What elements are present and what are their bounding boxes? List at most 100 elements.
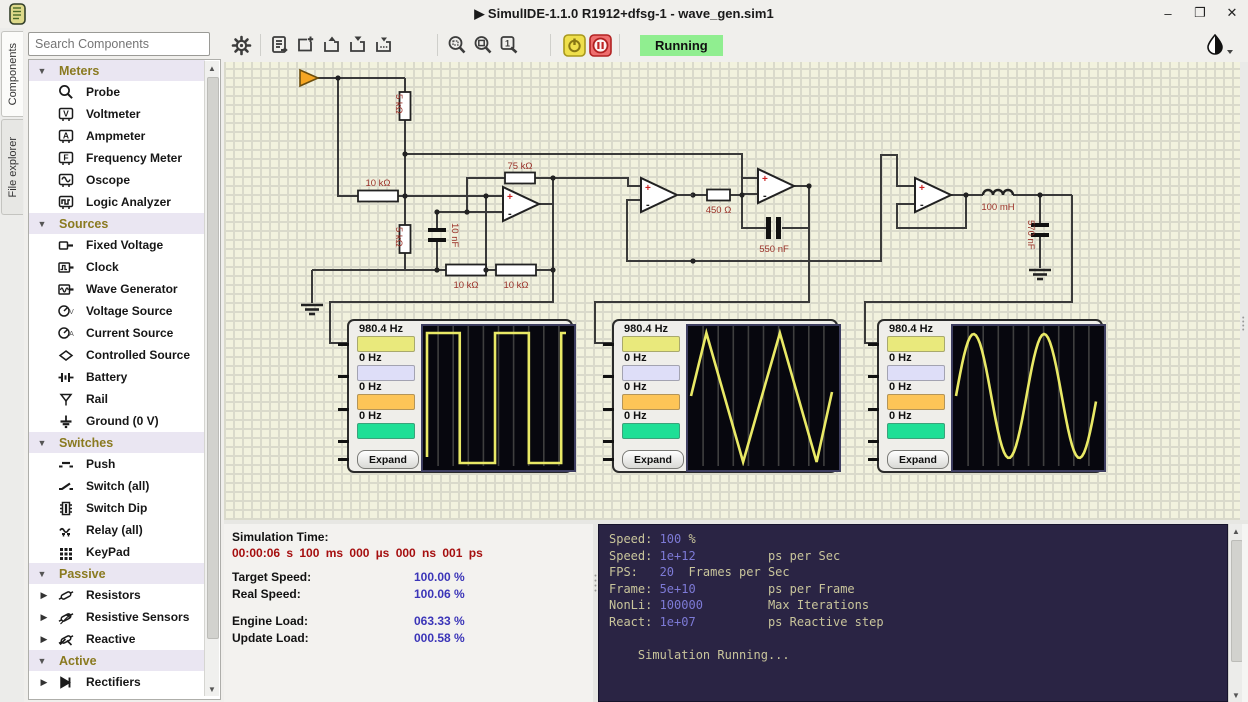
channel4-bar[interactable] xyxy=(357,423,415,439)
palette-item-switch-all[interactable]: Switch (all) xyxy=(29,475,205,497)
expand-button[interactable]: Expand xyxy=(357,450,419,469)
pause-icon[interactable] xyxy=(587,32,613,58)
input-pin[interactable] xyxy=(603,440,614,443)
palette-item-oscope[interactable]: Oscope xyxy=(29,169,205,191)
theme-icon[interactable] xyxy=(1205,34,1234,56)
palette-item-clock[interactable]: Clock xyxy=(29,256,205,278)
palette-item-current-source[interactable]: ACurrent Source xyxy=(29,322,205,344)
save-as-icon[interactable] xyxy=(371,32,397,58)
restore-button[interactable]: ❐ xyxy=(1192,5,1208,21)
channel1-bar[interactable] xyxy=(357,336,415,352)
search-input[interactable] xyxy=(28,32,210,56)
settings-icon[interactable] xyxy=(228,32,254,58)
input-pin[interactable] xyxy=(338,375,349,378)
input-pin[interactable] xyxy=(868,343,879,346)
expand-arrow-icon[interactable]: ▶ xyxy=(37,590,51,601)
zoom-fit-icon[interactable] xyxy=(444,32,470,58)
palette-item-relay-all[interactable]: Relay (all) xyxy=(29,519,205,541)
channel4-bar[interactable] xyxy=(887,423,945,439)
input-pin[interactable] xyxy=(338,440,349,443)
minimize-button[interactable]: – xyxy=(1160,5,1176,21)
scroll-up-icon[interactable]: ▲ xyxy=(1229,524,1243,538)
expand-arrow-icon[interactable]: ▶ xyxy=(37,612,51,623)
channel3-bar[interactable] xyxy=(887,394,945,410)
palette-item-fixed-voltage[interactable]: Fixed Voltage xyxy=(29,234,205,256)
category-header-switches[interactable]: ▼Switches xyxy=(29,432,205,453)
probe-icon xyxy=(51,84,81,101)
palette-item-battery[interactable]: Battery xyxy=(29,366,205,388)
category-header-passive[interactable]: ▼Passive xyxy=(29,563,205,584)
stat-row: Real Speed:100.06 % xyxy=(232,587,582,604)
frequency-meter-icon: F xyxy=(51,150,81,167)
category-header-meters[interactable]: ▼Meters xyxy=(29,60,205,81)
expand-button[interactable]: Expand xyxy=(887,450,949,469)
tab-file-explorer[interactable]: File explorer xyxy=(1,119,23,215)
channel3-bar[interactable] xyxy=(357,394,415,410)
palette-item-voltage-source[interactable]: VVoltage Source xyxy=(29,300,205,322)
channel1-bar[interactable] xyxy=(887,336,945,352)
input-pin[interactable] xyxy=(868,408,879,411)
open-icon[interactable] xyxy=(319,32,345,58)
canvas-right-splitter[interactable]: •••• xyxy=(1240,62,1248,520)
palette-item-rail[interactable]: Rail xyxy=(29,388,205,410)
input-pin[interactable] xyxy=(603,343,614,346)
palette-item-reactive[interactable]: ▶Reactive xyxy=(29,628,205,650)
channel2-bar[interactable] xyxy=(622,365,680,381)
palette-item-rectifiers[interactable]: ▶Rectifiers xyxy=(29,671,205,693)
palette-item-resistors[interactable]: ▶Resistors xyxy=(29,584,205,606)
input-pin[interactable] xyxy=(603,375,614,378)
save-icon[interactable] xyxy=(345,32,371,58)
input-pin[interactable] xyxy=(868,375,879,378)
frequency-meter-panel-3[interactable]: 980.4 Hz0 Hz0 Hz0 HzExpand xyxy=(877,319,1103,473)
channel4-bar[interactable] xyxy=(622,423,680,439)
palette-item-ground-0-v[interactable]: Ground (0 V) xyxy=(29,410,205,432)
category-header-active[interactable]: ▼Active xyxy=(29,650,205,671)
expand-arrow-icon[interactable]: ▶ xyxy=(37,677,51,688)
category-header-sources[interactable]: ▼Sources xyxy=(29,213,205,234)
scroll-up-icon[interactable]: ▲ xyxy=(205,61,219,75)
palette-item-ampmeter[interactable]: AAmpmeter xyxy=(29,125,205,147)
frequency-meter-panel-2[interactable]: 980.4 Hz0 Hz0 Hz0 HzExpand xyxy=(612,319,838,473)
zoom-one-icon[interactable]: 1 xyxy=(496,32,522,58)
palette-item-switch-dip[interactable]: Switch Dip xyxy=(29,497,205,519)
palette-item-voltmeter[interactable]: VVoltmeter xyxy=(29,103,205,125)
palette-item-controlled-source[interactable]: Controlled Source xyxy=(29,344,205,366)
voltage-source-icon: V xyxy=(51,303,81,320)
channel2-bar[interactable] xyxy=(887,365,945,381)
palette-item-resistive-sensors[interactable]: ▶Resistive Sensors xyxy=(29,606,205,628)
channel2-bar[interactable] xyxy=(357,365,415,381)
palette-item-logic-analyzer[interactable]: Logic Analyzer xyxy=(29,191,205,213)
close-button[interactable]: ✕ xyxy=(1224,5,1240,21)
palette-item-probe[interactable]: Probe xyxy=(29,81,205,103)
controlled-source-icon xyxy=(51,347,81,364)
input-pin[interactable] xyxy=(338,408,349,411)
expand-button[interactable]: Expand xyxy=(622,450,684,469)
palette-item-frequency-meter[interactable]: FFrequency Meter xyxy=(29,147,205,169)
channel1-bar[interactable] xyxy=(622,336,680,352)
input-pin[interactable] xyxy=(603,408,614,411)
scroll-down-icon[interactable]: ▼ xyxy=(205,682,219,696)
console-scrollbar[interactable]: ▲ ▼ xyxy=(1228,524,1243,702)
input-pin[interactable] xyxy=(868,440,879,443)
palette-item-keypad[interactable]: KeyPad xyxy=(29,541,205,563)
channel3-bar[interactable] xyxy=(622,394,680,410)
simulation-console[interactable]: Speed: 100 %Speed: 1e+12 ps per SecFPS: … xyxy=(598,524,1228,702)
input-pin[interactable] xyxy=(868,458,879,461)
frequency-meter-panel-1[interactable]: 980.4 Hz0 Hz0 Hz0 HzExpand xyxy=(347,319,573,473)
expand-arrow-icon[interactable]: ▶ xyxy=(37,634,51,645)
console-line: Speed: 1e+12 ps per Sec xyxy=(609,548,1227,565)
zoom-area-icon[interactable] xyxy=(470,32,496,58)
power-icon[interactable] xyxy=(561,32,587,58)
tab-components[interactable]: Components xyxy=(1,31,23,117)
palette-scrollbar[interactable]: ▲ ▼ xyxy=(204,61,219,696)
scrollbar-thumb[interactable] xyxy=(207,77,219,639)
input-pin[interactable] xyxy=(338,343,349,346)
palette-item-push[interactable]: Push xyxy=(29,453,205,475)
input-pin[interactable] xyxy=(338,458,349,461)
scroll-down-icon[interactable]: ▼ xyxy=(1229,688,1243,702)
new-circuit-icon[interactable] xyxy=(267,32,293,58)
console-line: Simulation Running... xyxy=(609,647,1227,664)
input-pin[interactable] xyxy=(603,458,614,461)
new-file-icon[interactable] xyxy=(293,32,319,58)
palette-item-wave-generator[interactable]: Wave Generator xyxy=(29,278,205,300)
